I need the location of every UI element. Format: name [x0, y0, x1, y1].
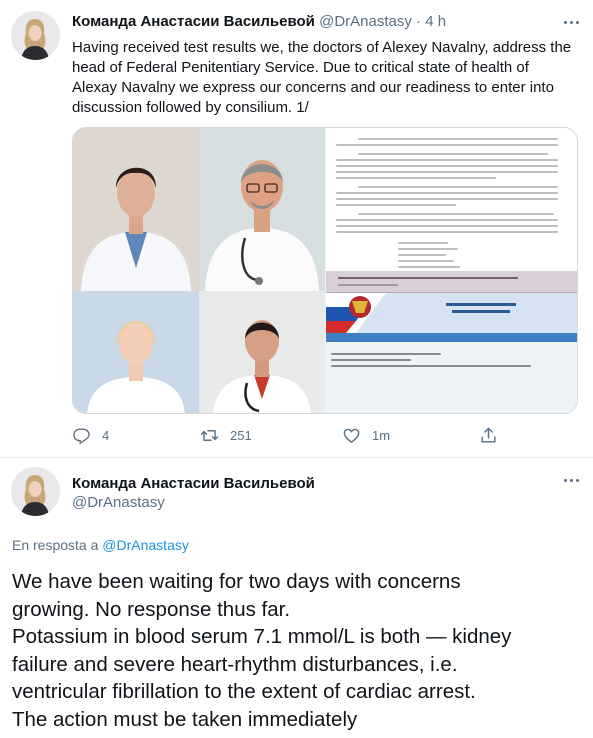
media-grid[interactable] [72, 127, 578, 414]
tweet-line: ventricular fibrillation to the extent o… [12, 680, 476, 703]
like-icon [343, 428, 360, 444]
tweet-line: We have been waiting for two days with c… [12, 570, 461, 593]
more-icon [563, 478, 567, 482]
reply-count: 4 [102, 428, 110, 443]
share-button[interactable] [479, 426, 498, 445]
author-handle[interactable]: @DrAnastasy [72, 494, 165, 511]
avatar[interactable] [11, 11, 60, 60]
photo-doctor-4[interactable] [199, 291, 325, 413]
photo-doctor-1[interactable] [73, 128, 199, 291]
tweet-header: Команда Анастасии Васильевой @DrAnastasy… [72, 13, 446, 30]
retweet-count: 251 [230, 428, 252, 443]
document-screenshot[interactable] [326, 128, 577, 413]
timestamp[interactable]: 4 h [425, 13, 446, 30]
replying-prefix: En resposta a [12, 537, 99, 553]
avatar[interactable] [11, 467, 60, 516]
photo-doctor-2[interactable] [199, 128, 325, 291]
tweet-line: failure and severe heart-rhythm disturba… [12, 652, 458, 676]
retweet-button[interactable]: 251 [200, 426, 252, 445]
signatures [398, 238, 460, 268]
more-button[interactable] [559, 470, 583, 490]
tweet-text: We have been waiting for two days with c… [12, 568, 587, 733]
photo-doctor-3[interactable] [73, 291, 199, 413]
reply-button[interactable]: 4 [72, 426, 109, 445]
more-icon [563, 20, 567, 24]
fsin-website [326, 293, 577, 413]
mention-link[interactable]: @DrAnastasy [102, 537, 189, 553]
replying-to: En resposta a @DrAnastasy [12, 537, 189, 553]
author-handle[interactable]: @DrAnastasy [319, 13, 412, 30]
more-button[interactable] [559, 12, 583, 32]
letter-text [336, 134, 558, 233]
tweet-line: Potassium in blood serum 7.1 mmol/L is b… [12, 625, 512, 648]
retweet-icon [200, 430, 219, 441]
like-count: 1m [372, 428, 391, 443]
share-icon [481, 427, 496, 443]
reply-icon [73, 428, 90, 445]
tweet-line: growing. No response thus far. [12, 597, 291, 621]
tweet[interactable]: Команда Анастасии Васильевой @DrAnastasy… [0, 0, 593, 458]
author-name[interactable]: Команда Анастасии Васильевой [72, 475, 315, 492]
like-button[interactable]: 1m [342, 426, 390, 445]
tweet-actions: 4 251 1m [72, 426, 502, 446]
separator: · [416, 13, 422, 30]
tweet-text: Having received test results we, the doc… [72, 39, 572, 116]
author-name[interactable]: Команда Анастасии Васильевой [72, 13, 315, 30]
browser-bar [326, 271, 577, 293]
tweet-line: The action must be taken immediately [12, 707, 358, 731]
